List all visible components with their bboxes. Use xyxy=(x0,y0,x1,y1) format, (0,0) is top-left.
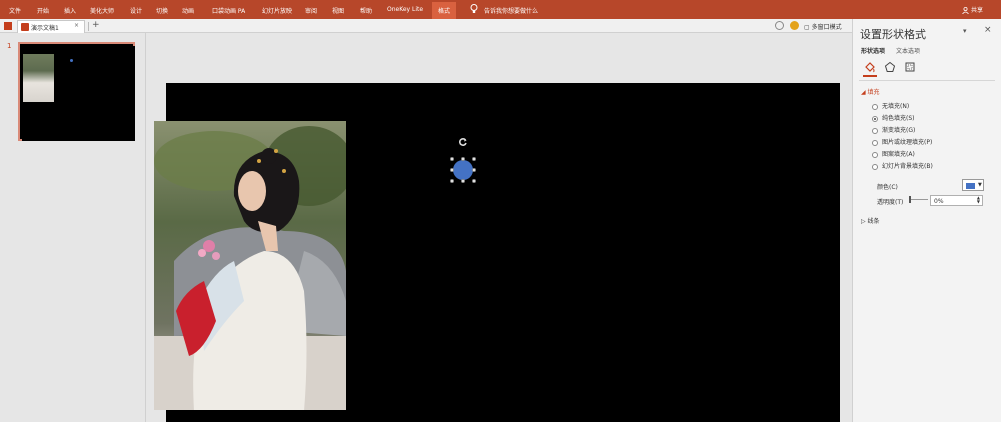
fill-line-icon[interactable] xyxy=(864,61,876,73)
share-label: 共享 xyxy=(971,7,984,14)
slide-thumbnail-pane: 1 xyxy=(0,33,146,422)
search-icon[interactable] xyxy=(775,21,784,30)
tab-shape-options[interactable]: 形状选项 xyxy=(861,46,885,55)
radio-pattern-fill[interactable]: 图案填充(A) xyxy=(872,149,915,158)
slide-number: 1 xyxy=(7,42,12,50)
powerpoint-file-icon xyxy=(4,22,12,30)
color-label: 颜色(C) xyxy=(877,184,898,191)
tab-view[interactable]: 视图 xyxy=(332,6,344,15)
transparency-label: 透明度(T) xyxy=(877,199,904,206)
tab-text-options[interactable]: 文本选项 xyxy=(896,46,920,55)
active-tab-indicator xyxy=(863,75,877,77)
radio-label: 图片或纹理填充(P) xyxy=(882,139,933,146)
slide-photo[interactable] xyxy=(154,121,346,410)
radio-label: 纯色填充(S) xyxy=(882,115,915,122)
radio-no-fill[interactable]: 无填充(N) xyxy=(872,101,909,110)
resize-handle-top[interactable] xyxy=(461,157,465,161)
chevron-down-icon: ▼ xyxy=(978,182,982,188)
multi-window-button[interactable]: ▢ 多窗口模式 xyxy=(804,22,842,31)
radio-button[interactable] xyxy=(872,151,878,158)
radio-picture-fill[interactable]: 图片或纹理填充(P) xyxy=(872,137,932,146)
multi-window-label: 多窗口模式 xyxy=(811,24,842,31)
format-shape-pane: 设置形状格式 ▾ × 形状选项 文本选项 ◢ 填充 无填充(N) 纯色填充(S)… xyxy=(852,19,1001,422)
radio-button-selected[interactable] xyxy=(872,115,878,122)
resize-handle-left[interactable] xyxy=(450,168,454,172)
radio-label: 无填充(N) xyxy=(882,103,910,110)
slider-handle[interactable] xyxy=(909,196,911,203)
fill-section-header[interactable]: ◢ 填充 xyxy=(861,87,880,96)
spinner-arrows-icon[interactable]: ▲ ▼ xyxy=(977,196,980,204)
tab-design[interactable]: 设计 xyxy=(130,6,142,15)
resize-handle-bottom-left[interactable] xyxy=(450,179,454,183)
effects-pentagon-icon[interactable] xyxy=(884,61,896,73)
tab-insert[interactable]: 插入 xyxy=(64,6,76,15)
document-tab[interactable]: 演示文稿1 × xyxy=(17,20,85,33)
radio-button[interactable] xyxy=(872,163,878,170)
tab-home[interactable]: 开始 xyxy=(37,6,49,15)
tab-slideshow[interactable]: 幻灯片放映 xyxy=(262,6,292,15)
resize-handle-top-left[interactable] xyxy=(450,157,454,161)
tab-onekey-lite[interactable]: OneKey Lite xyxy=(387,6,423,13)
resize-handle-right[interactable] xyxy=(472,168,476,172)
slide-thumbnail[interactable] xyxy=(18,42,135,141)
document-tab-bar: 演示文稿1 × + ▢ 多窗口模式 xyxy=(0,19,1001,33)
tab-review[interactable]: 审阅 xyxy=(305,6,317,15)
line-section-label: 线条 xyxy=(867,218,880,225)
thumbnail-photo xyxy=(23,54,54,102)
close-pane-icon[interactable]: × xyxy=(984,25,992,35)
resize-handle-bottom[interactable] xyxy=(461,179,465,183)
document-tab-name: 演示文稿1 xyxy=(31,25,59,32)
pane-title: 设置形状格式 xyxy=(860,28,926,41)
close-tab-icon[interactable]: × xyxy=(74,22,79,29)
thumbnail-shape xyxy=(70,59,73,62)
thumbnail-background xyxy=(22,46,135,141)
radio-label: 渐变填充(G) xyxy=(882,127,916,134)
tab-help[interactable]: 帮助 xyxy=(360,6,372,15)
lightbulb-icon xyxy=(470,4,478,13)
person-icon xyxy=(962,6,969,15)
slide-editor xyxy=(146,33,852,422)
powerpoint-icon xyxy=(21,23,29,31)
radio-label: 幻灯片背景填充(B) xyxy=(882,163,933,170)
photo-image xyxy=(154,121,346,410)
selected-circle-shape[interactable] xyxy=(453,160,473,180)
rotate-handle-icon[interactable] xyxy=(458,137,468,147)
tab-file[interactable]: 文件 xyxy=(9,6,21,15)
gear-icon[interactable] xyxy=(790,21,799,30)
tab-format[interactable]: 格式 xyxy=(432,2,457,19)
radio-button[interactable] xyxy=(872,103,878,110)
paint-bucket-icon xyxy=(966,183,975,189)
transparency-slider[interactable] xyxy=(909,196,928,203)
ribbon: 文件 开始 插入 美化大师 设计 切换 动画 口袋动画 PA 幻灯片放映 审阅 … xyxy=(0,0,1001,19)
tab-transitions[interactable]: 切换 xyxy=(156,6,168,15)
tab-divider xyxy=(88,22,89,31)
fill-section-label: 填充 xyxy=(867,89,880,96)
pane-options-chevron-icon[interactable]: ▾ xyxy=(963,27,967,35)
radio-label: 图案填充(A) xyxy=(882,151,915,158)
size-properties-icon[interactable] xyxy=(904,61,916,73)
resize-handle-top-right[interactable] xyxy=(472,157,476,161)
transparency-input[interactable]: 0% ▲ ▼ xyxy=(930,195,983,206)
radio-gradient-fill[interactable]: 渐变填充(G) xyxy=(872,125,915,134)
pane-divider xyxy=(859,80,995,81)
fill-color-dropdown[interactable]: ▼ xyxy=(962,179,984,191)
transparency-value: 0% xyxy=(934,198,944,205)
radio-button[interactable] xyxy=(872,127,878,134)
share-button[interactable]: 共享 xyxy=(962,5,984,15)
line-section-header[interactable]: ▷ 线条 xyxy=(861,216,880,225)
new-tab-button[interactable]: + xyxy=(92,20,100,30)
radio-button[interactable] xyxy=(872,139,878,146)
tab-pocket-animation[interactable]: 口袋动画 PA xyxy=(212,6,245,15)
radio-slide-background-fill[interactable]: 幻灯片背景填充(B) xyxy=(872,161,933,170)
tab-animations[interactable]: 动画 xyxy=(182,6,194,15)
radio-solid-fill[interactable]: 纯色填充(S) xyxy=(872,113,915,122)
tell-me-search[interactable]: 告诉我你想要做什么 xyxy=(484,6,538,15)
resize-handle-bottom-right[interactable] xyxy=(472,179,476,183)
tab-beautify[interactable]: 美化大师 xyxy=(90,6,114,15)
